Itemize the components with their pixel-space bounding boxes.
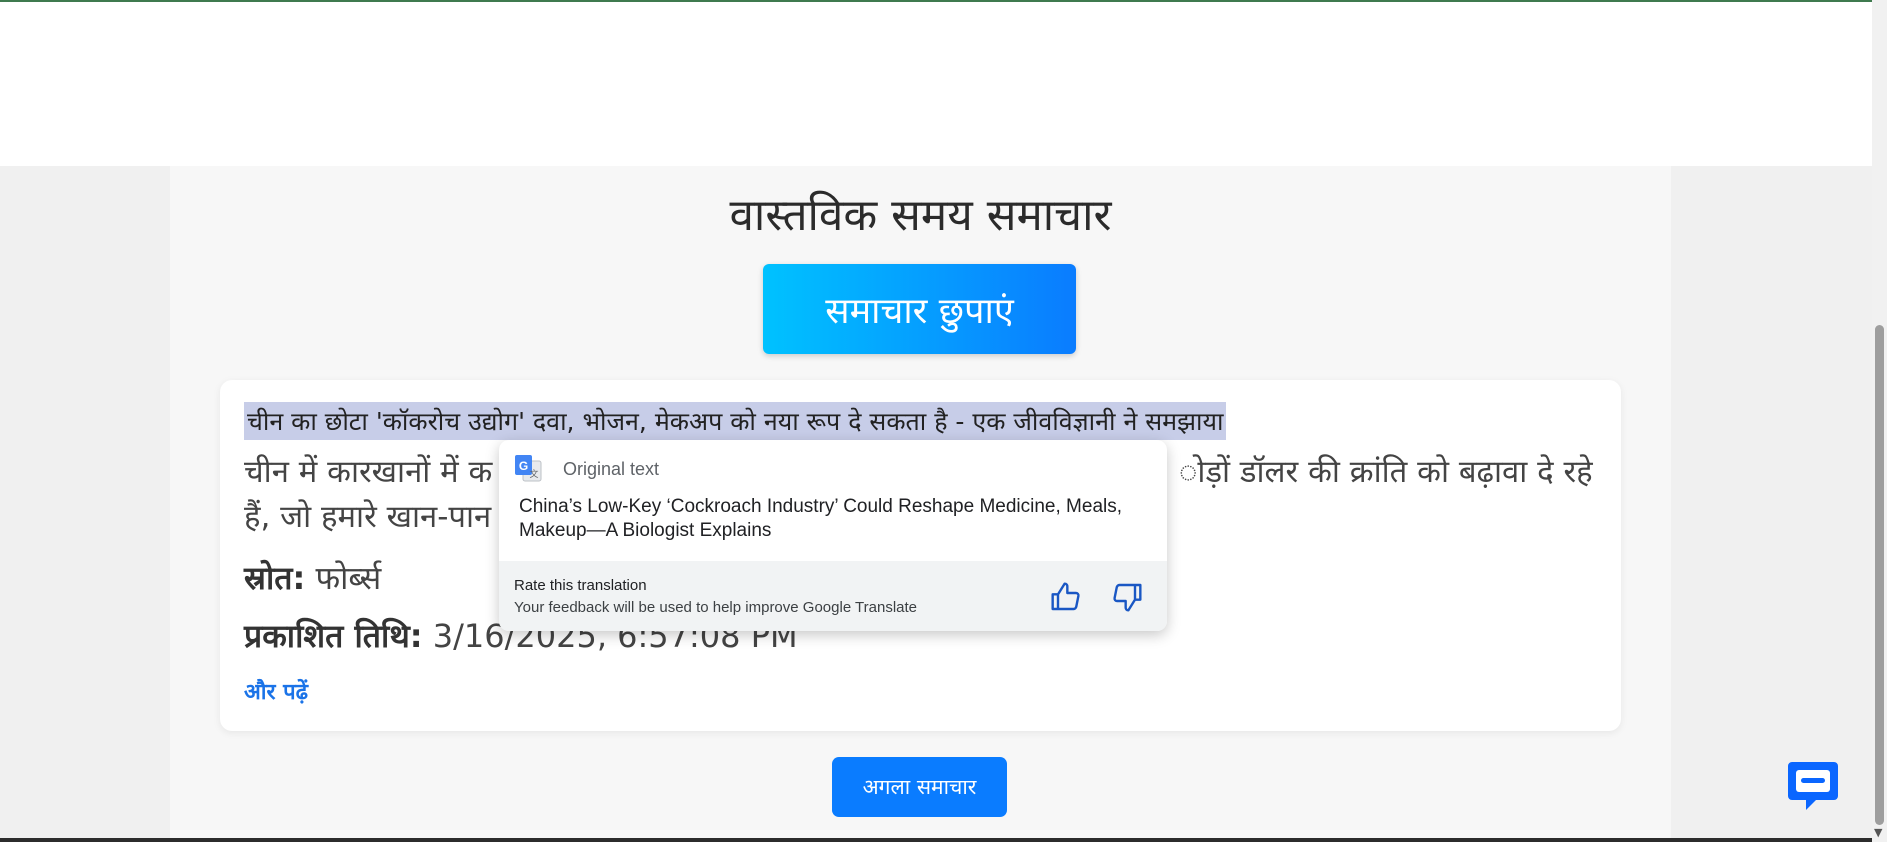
svg-text:G: G <box>519 459 528 473</box>
news-headline[interactable]: चीन का छोटा 'कॉकरोच उद्योग' दवा, भोजन, म… <box>244 402 1227 440</box>
summary-line-1-start: चीन में कारखानों में क <box>244 454 493 490</box>
hide-news-button[interactable]: समाचार छुपाएं <box>763 264 1076 354</box>
source-value: फोर्ब्स <box>315 559 382 597</box>
rate-translation-subtitle: Your feedback will be used to help impro… <box>514 599 918 616</box>
thumbs-down-icon[interactable] <box>1111 581 1143 613</box>
bottom-edge <box>0 838 1872 842</box>
scroll-down-arrow-icon[interactable]: ▼ <box>1874 826 1882 839</box>
translation-popup: G 文 Original text China’s Low-Key ‘Cockr… <box>499 440 1167 631</box>
rate-translation-title: Rate this translation <box>514 577 647 594</box>
next-news-button[interactable]: अगला समाचार <box>832 757 1007 817</box>
scrollbar-thumb[interactable] <box>1875 325 1884 825</box>
summary-line-1-end: ोड़ों डॉलर की क्रांति को बढ़ावा दे रहे <box>1179 454 1593 490</box>
header-blank-area <box>0 2 1872 166</box>
source-label: स्रोत: <box>244 559 306 597</box>
published-date-label: प्रकाशित तिथि: <box>244 617 423 655</box>
google-translate-icon: G 文 <box>515 455 542 483</box>
summary-line-2-start: हैं, जो हमारे खान-पान <box>244 499 492 535</box>
source-line: स्रोत: फोर्ब्स <box>244 556 381 599</box>
chat-icon[interactable] <box>1786 758 1840 812</box>
translation-popup-header: G 文 Original text <box>515 454 659 484</box>
translation-popup-title: Original text <box>563 458 660 479</box>
page-title: वास्तविक समय समाचार <box>729 190 1112 241</box>
thumbs-up-icon[interactable] <box>1050 581 1082 613</box>
svg-text:文: 文 <box>529 468 538 479</box>
original-text: China’s Low-Key ‘Cockroach Industry’ Cou… <box>519 496 1123 541</box>
rate-translation-section: Rate this translation Your feedback will… <box>499 561 1167 631</box>
read-more-link[interactable]: और पढ़ें <box>244 676 308 706</box>
